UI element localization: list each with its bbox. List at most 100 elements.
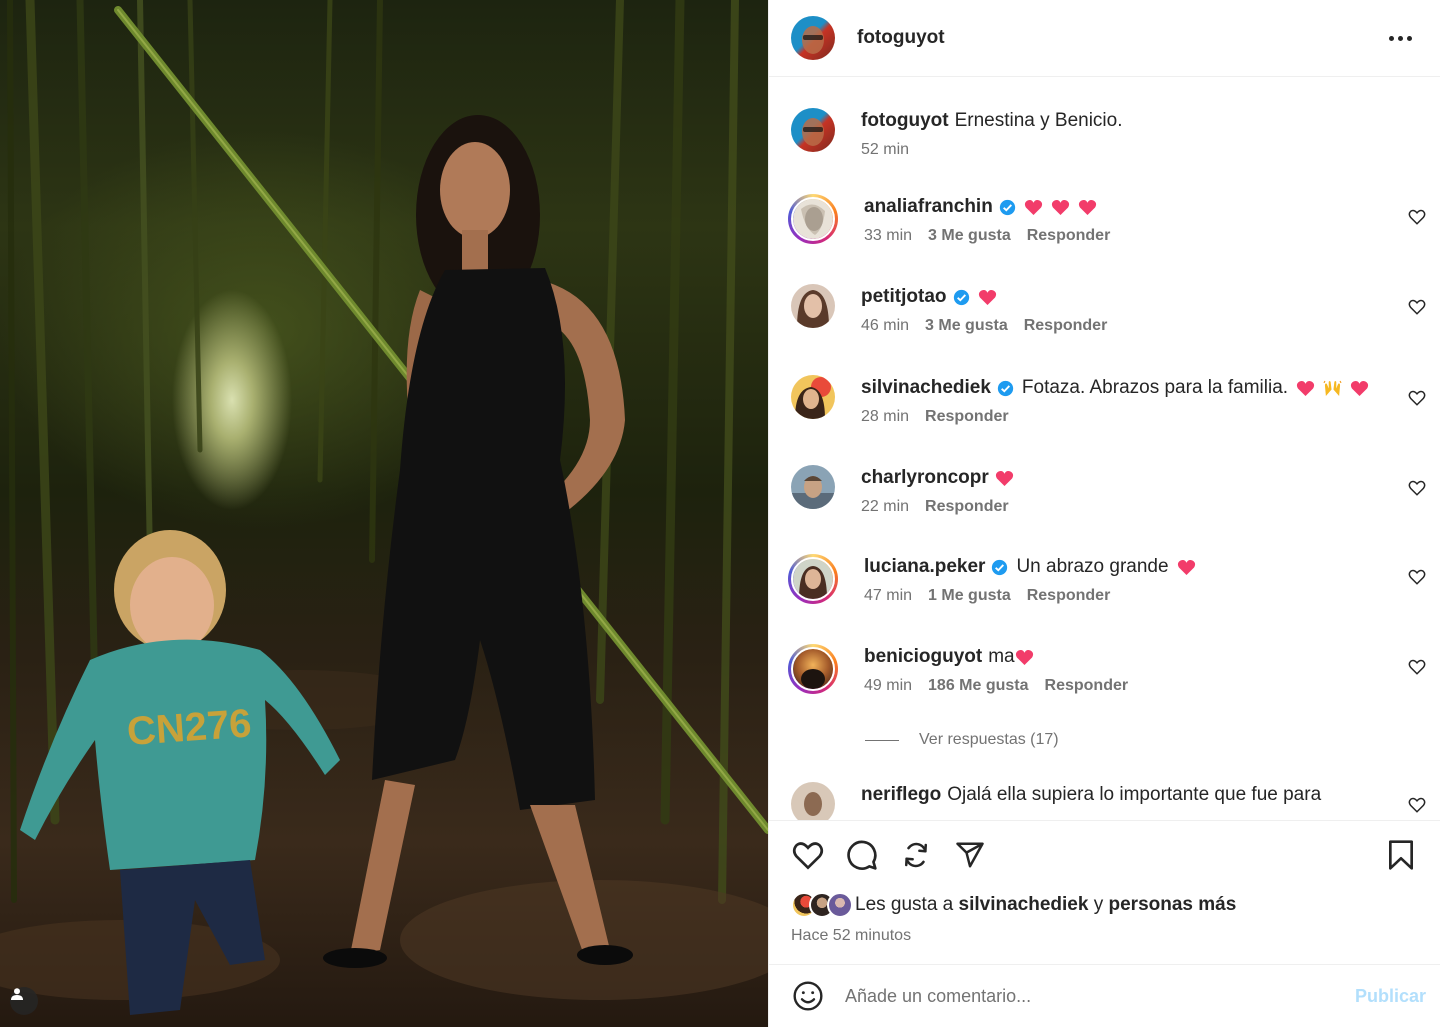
comment-icon [847,840,877,870]
heart-emoji-icon [1015,649,1033,665]
likers-avatars[interactable] [791,892,853,918]
post-modal: CN276 fotoguyot fotoguyot Ernestina y Be… [0,0,1440,1027]
comment-heart-icon[interactable] [1408,298,1426,316]
view-replies-label: Ver respuestas (17) [919,731,1059,748]
likes-joiner: y [1093,894,1104,915]
repost-icon [905,842,927,868]
repost-button[interactable] [899,838,933,872]
bookmark-icon [1389,840,1413,870]
comment-text: Ojalá ella supiera lo importante que fue… [947,784,1322,805]
heart-emoji-icon [1024,199,1042,215]
comment-username[interactable]: benicioguyot [864,644,982,670]
divider [769,820,1440,821]
comment-text: ma [988,646,1015,667]
comment-text: Fotaza. Abrazos para la familia. [1021,377,1289,398]
likes-others-link[interactable]: personas más [1109,894,1237,916]
heart-emoji-icon [1296,380,1315,396]
comment-username[interactable]: silvinachediek [861,375,991,401]
comment-username[interactable]: analiafranchin [864,194,993,220]
comment-likes[interactable]: 186 Me gusta [928,677,1028,695]
comment-composer: Publicar [769,964,1440,1027]
verified-badge-icon [953,289,969,305]
comment-row: silvinachediek Fotaza. Abrazos para la f… [791,375,1426,426]
reply-button[interactable]: Responder [1027,587,1111,605]
comment-row: benicioguyot ma 49 min 186 Me gusta Resp… [788,644,1426,695]
comment-likes[interactable]: 1 Me gusta [928,587,1011,605]
save-button[interactable] [1384,838,1418,872]
liker-avatar [827,892,853,918]
comment-heart-icon[interactable] [1408,389,1426,407]
comment-row: charlyroncopr 22 min Responder [791,465,1426,516]
comment-heart-icon[interactable] [1408,568,1426,586]
comment-avatar [793,199,833,239]
comment-time[interactable]: 49 min [864,677,912,695]
comment-username[interactable]: charlyroncopr [861,465,989,491]
story-ring[interactable] [788,644,838,694]
caption-time[interactable]: 52 min [861,141,909,159]
view-replies-button[interactable]: Ver respuestas (17) [865,731,1059,749]
comment-row: neriflego Ojalá ella supiera lo importan… [791,782,1426,821]
reply-button[interactable]: Responder [925,408,1009,426]
comment-avatar [793,649,833,689]
comment-time[interactable]: 33 min [864,227,912,245]
comment-input[interactable] [845,985,1355,1007]
comment-row: petitjotao 46 min 3 Me gusta Responder [791,284,1426,335]
caption-username[interactable]: fotoguyot [861,108,949,134]
comment-row: analiafranchin 33 min 3 Me gusta Respond… [788,194,1426,245]
author-avatar-art [802,26,824,54]
emoji-button[interactable] [791,979,825,1013]
comment-row: luciana.peker Un abrazo grande 47 min 1 … [788,554,1426,605]
comment-username[interactable]: luciana.peker [864,554,985,580]
comment-heart-icon[interactable] [1408,658,1426,676]
user-tag-button[interactable] [10,987,38,1015]
reply-button[interactable]: Responder [1027,227,1111,245]
heart-emoji-icon [995,470,1013,486]
comment-heart-icon[interactable] [1408,796,1426,814]
like-button[interactable] [791,838,825,872]
comment-likes[interactable]: 3 Me gusta [925,317,1008,335]
comment-button[interactable] [845,838,879,872]
comment-username[interactable]: petitjotao [861,284,947,310]
comment-avatar[interactable] [791,375,835,419]
emoji-icon [793,981,823,1011]
story-ring[interactable] [788,554,838,604]
author-username[interactable]: fotoguyot [857,27,945,49]
more-options-icon[interactable] [1383,30,1418,47]
comment-time[interactable]: 47 min [864,587,912,605]
comment-avatar[interactable] [791,465,835,509]
share-button[interactable] [953,838,987,872]
replies-dash [865,739,899,741]
comment-time[interactable]: 46 min [861,317,909,335]
likes-username[interactable]: silvinachediek [959,894,1089,916]
comment-time[interactable]: 28 min [861,408,909,426]
heart-icon [792,842,824,870]
post-side-panel: fotoguyot fotoguyot Ernestina y Benicio.… [768,0,1440,1027]
verified-badge-icon [999,199,1015,215]
verified-badge-icon [992,559,1008,575]
likes-prefix: Les gusta a [855,894,954,915]
reply-button[interactable]: Responder [925,498,1009,516]
comment-heart-icon[interactable] [1408,479,1426,497]
reply-button[interactable]: Responder [1024,317,1108,335]
post-photo[interactable]: CN276 [0,0,768,1027]
reply-button[interactable]: Responder [1045,677,1129,695]
comment-text: Un abrazo grande [1016,556,1169,577]
comment-avatar[interactable] [791,284,835,328]
comment-avatar[interactable] [791,782,835,821]
comment-heart-icon[interactable] [1408,208,1426,226]
action-bar [791,836,1418,874]
publish-button[interactable]: Publicar [1355,986,1426,1007]
comment-time[interactable]: 22 min [861,498,909,516]
author-avatar[interactable] [791,16,835,60]
comment-likes[interactable]: 3 Me gusta [928,227,1011,245]
raised-hands-emoji-icon [1323,380,1342,396]
post-timestamp[interactable]: Hace 52 minutos [791,927,911,945]
comments-list[interactable]: fotoguyot Ernestina y Benicio. 52 min an… [769,78,1440,821]
heart-emoji-icon [978,289,996,305]
share-icon [956,842,984,868]
caption-avatar[interactable] [791,108,835,152]
post-header: fotoguyot [769,0,1440,77]
comment-username[interactable]: neriflego [861,782,941,808]
caption-text: Ernestina y Benicio. [954,110,1123,131]
story-ring[interactable] [788,194,838,244]
